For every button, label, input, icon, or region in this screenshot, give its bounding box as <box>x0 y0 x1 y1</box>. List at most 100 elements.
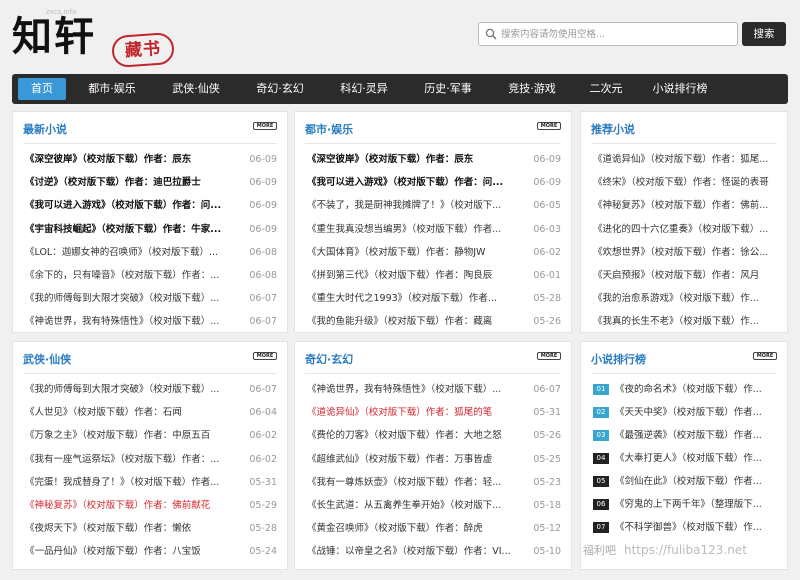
nav-wuxia[interactable]: 武侠·仙侠 <box>158 74 234 104</box>
more-button[interactable]: MORE <box>537 352 561 360</box>
list-item: 《道诡异仙》（校对版下载）作者：狐尾的笔 05-31 <box>307 401 561 424</box>
novel-link[interactable]: 《深空彼岸》（校对版下载）作者：辰东 <box>307 148 521 171</box>
novel-link[interactable]: 《大国体育》（校对版下载）作者：静物JW <box>307 241 521 264</box>
list-item: 《大国体育》（校对版下载）作者：静物JW 06-02 <box>307 241 561 264</box>
novel-link[interactable]: 《余下的，只有噪音》（校对版下载）作者：... <box>25 264 237 287</box>
nav-ranking[interactable]: 小说排行榜 <box>642 74 718 104</box>
rank-badge: 07 <box>593 522 609 533</box>
panel-title[interactable]: 最新小说 <box>23 121 67 137</box>
list-item: 《我的治愈系游戏》（校对版下载）作... <box>593 287 777 310</box>
novel-link[interactable]: 《天天中奖》（校对版下载）作者... <box>615 401 777 424</box>
panel-title[interactable]: 都市·娱乐 <box>305 121 353 137</box>
ranking-item: 03 《最强逆袭》（校对版下载）作者... <box>593 424 777 447</box>
novel-date: 06-08 <box>249 246 277 258</box>
novel-link[interactable]: 《大奉打更人》（校对版下载）作... <box>615 447 777 470</box>
novel-link[interactable]: 《神诡世界，我有特殊悟性》（校对版下载）... <box>25 310 237 333</box>
novel-date: 06-09 <box>249 177 277 189</box>
novel-link[interactable]: 《神诡世界，我有特殊悟性》（校对版下载）... <box>307 378 521 401</box>
novel-link[interactable]: 《我可以进入游戏》（校对版下载）作者：问... <box>25 194 237 217</box>
novel-link[interactable]: 《不装了，我是厨神我摊牌了！》（校对版下... <box>307 194 521 217</box>
search-button[interactable]: 搜索 <box>742 22 786 46</box>
novel-link[interactable]: 《我真的长生不老》（校对版下载）作... <box>593 310 777 333</box>
novel-link[interactable]: 《讨逆》（校对版下载）作者：迪巴拉爵士 <box>25 171 237 194</box>
novel-link[interactable]: 《道诡异仙》（校对版下载）作者：狐尾... <box>593 148 777 171</box>
list-item: 《我的师傅每到大限才突破》（校对版下载）... 06-07 <box>25 287 277 310</box>
list-item: 《拼到第三代》（校对版下载）作者：陶良辰 06-01 <box>307 264 561 287</box>
novel-link[interactable]: 《我有一尊炼妖壶》（校对版下载）作者：轻... <box>307 471 521 494</box>
search-input[interactable] <box>501 25 733 43</box>
divider <box>305 143 561 144</box>
nav-history[interactable]: 历史·军事 <box>410 74 486 104</box>
novel-link[interactable]: 《进化的四十六亿重奏》（校对版下载）... <box>593 218 777 241</box>
novel-link[interactable]: 《人世见》（校对版下载）作者：石闻 <box>25 401 237 424</box>
panel-title[interactable]: 武侠·仙侠 <box>23 351 71 367</box>
panel-title[interactable]: 小说排行榜 <box>591 351 646 367</box>
novel-link[interactable]: 《万象之主》（校对版下载）作者：中原五百 <box>25 424 237 447</box>
list-item: 《神诡世界，我有特殊悟性》（校对版下载）... 06-07 <box>25 310 277 333</box>
list-item: 《天启预报》（校对版下载）作者：风月 <box>593 264 777 287</box>
logo-seal: 藏书 <box>110 31 176 69</box>
panel-title[interactable]: 奇幻·玄幻 <box>305 351 353 367</box>
novel-link[interactable]: 《欢想世界》（校对版下载）作者：徐公... <box>593 241 777 264</box>
novel-link[interactable]: 《黄金召唤师》（校对版下载）作者：醉虎 <box>307 517 521 540</box>
more-button[interactable]: MORE <box>537 122 561 130</box>
novel-link[interactable]: 《深空彼岸》（校对版下载）作者：辰东 <box>25 148 237 171</box>
nav-acg[interactable]: 二次元 <box>578 74 634 104</box>
rank-badge: 06 <box>593 499 609 510</box>
novel-link[interactable]: 《完蛋！我成替身了！》（校对版下载）作者... <box>25 471 237 494</box>
novel-date: 05-26 <box>533 430 561 442</box>
list-item: 《欢想世界》（校对版下载）作者：徐公... <box>593 241 777 264</box>
novel-date: 06-09 <box>533 177 561 189</box>
novel-date: 06-09 <box>533 154 561 165</box>
novel-link[interactable]: 《不科学御兽》（校对版下载）作... <box>615 516 777 539</box>
novel-link[interactable]: 《我的师傅每到大限才突破》（校对版下载）... <box>25 287 237 310</box>
novel-date: 06-09 <box>249 154 277 165</box>
novel-link[interactable]: 《长生武道：从五禽养生拳开始》（校对版下... <box>307 494 521 517</box>
novel-link[interactable]: 《天启预报》（校对版下载）作者：风月 <box>593 264 777 287</box>
novel-link[interactable]: 《我可以进入游戏》（校对版下载）作者：问... <box>307 171 521 194</box>
novel-link[interactable]: 《LOL：迦娜女神的召唤师》（校对版下载）... <box>25 241 237 264</box>
list-item: 《长生武道：从五禽养生拳开始》（校对版下... 05-18 <box>307 494 561 517</box>
nav-fantasy[interactable]: 奇幻·玄幻 <box>242 74 318 104</box>
more-button[interactable]: MORE <box>253 352 277 360</box>
nav-scifi[interactable]: 科幻·灵异 <box>326 74 402 104</box>
search-icon <box>485 28 497 40</box>
novel-link[interactable]: 《终宋》（校对版下载）作者：怪诞的表哥 <box>593 171 777 194</box>
panel-title[interactable]: 推荐小说 <box>591 121 635 137</box>
novel-link[interactable]: 《穷鬼的上下两千年》（整理版下... <box>615 493 777 516</box>
novel-link[interactable]: 《我的师傅每到大限才突破》（校对版下载）... <box>25 378 237 401</box>
novel-link[interactable]: 《神秘复苏》（校对版下载）作者：佛前献花 <box>25 494 237 517</box>
watermark-url: https://fuliba123.net <box>624 543 747 557</box>
novel-link[interactable]: 《剑仙在此》（校对版下载）作者... <box>615 470 777 493</box>
more-button[interactable]: MORE <box>253 122 277 130</box>
more-button[interactable]: MORE <box>753 352 777 360</box>
nav-urban[interactable]: 都市·娱乐 <box>74 74 150 104</box>
novel-link[interactable]: 《道诡异仙》（校对版下载）作者：狐尾的笔 <box>307 401 521 424</box>
nav-home[interactable]: 首页 <box>18 78 66 100</box>
novel-link[interactable]: 《神秘复苏》（校对版下载）作者：佛前... <box>593 194 777 217</box>
novel-link[interactable]: 《费伦的刀客》（校对版下载）作者：大地之怒 <box>307 424 521 447</box>
list-item: 《宇宙科技崛起》（校对版下载）作者：牛家... 06-09 <box>25 218 277 241</box>
novel-link[interactable]: 《夜的命名术》（校对版下载）作... <box>615 378 777 401</box>
novel-link[interactable]: 《最强逆袭》（校对版下载）作者... <box>615 424 777 447</box>
nav-games[interactable]: 竞技·游戏 <box>494 74 570 104</box>
novel-link[interactable]: 《战锤：以帝皇之名》（校对版下载）作者：VI... <box>307 540 521 563</box>
novel-link[interactable]: 《拼到第三代》（校对版下载）作者：陶良辰 <box>307 264 521 287</box>
novel-date: 05-10 <box>533 546 561 558</box>
novel-link[interactable]: 《夜烬天下》（校对版下载）作者：懒依 <box>25 517 237 540</box>
novel-link[interactable]: 《超维武仙》（校对版下载）作者：万事皆虚 <box>307 448 521 471</box>
site-logo[interactable]: 知轩 zxcs.info 藏书 <box>12 8 176 69</box>
watermark-cn: 福利吧 <box>583 544 616 557</box>
novel-link[interactable]: 《重生我真没想当编男》（校对版下载）作者... <box>307 218 521 241</box>
list-item: 《我可以进入游戏》（校对版下载）作者：问... 06-09 <box>25 194 277 217</box>
novel-link[interactable]: 《宇宙科技崛起》（校对版下载）作者：牛家... <box>25 218 237 241</box>
novel-link[interactable]: 《我有一座气运祭坛》（校对版下载）作者：... <box>25 448 237 471</box>
list-item: 《我真的长生不老》（校对版下载）作... <box>593 310 777 333</box>
rank-badge: 03 <box>593 430 609 441</box>
novel-link[interactable]: 《我的鱼能升级》（校对版下载）作者：藏离 <box>307 310 521 333</box>
novel-link[interactable]: 《一品丹仙》（校对版下载）作者：八宝饭 <box>25 540 237 563</box>
novel-link[interactable]: 《重生大时代之1993》（校对版下载）作者... <box>307 287 521 310</box>
novel-link[interactable]: 《我的治愈系游戏》（校对版下载）作... <box>593 287 777 310</box>
novel-date: 06-03 <box>533 223 561 235</box>
ranking-item: 02 《天天中奖》（校对版下载）作者... <box>593 401 777 424</box>
